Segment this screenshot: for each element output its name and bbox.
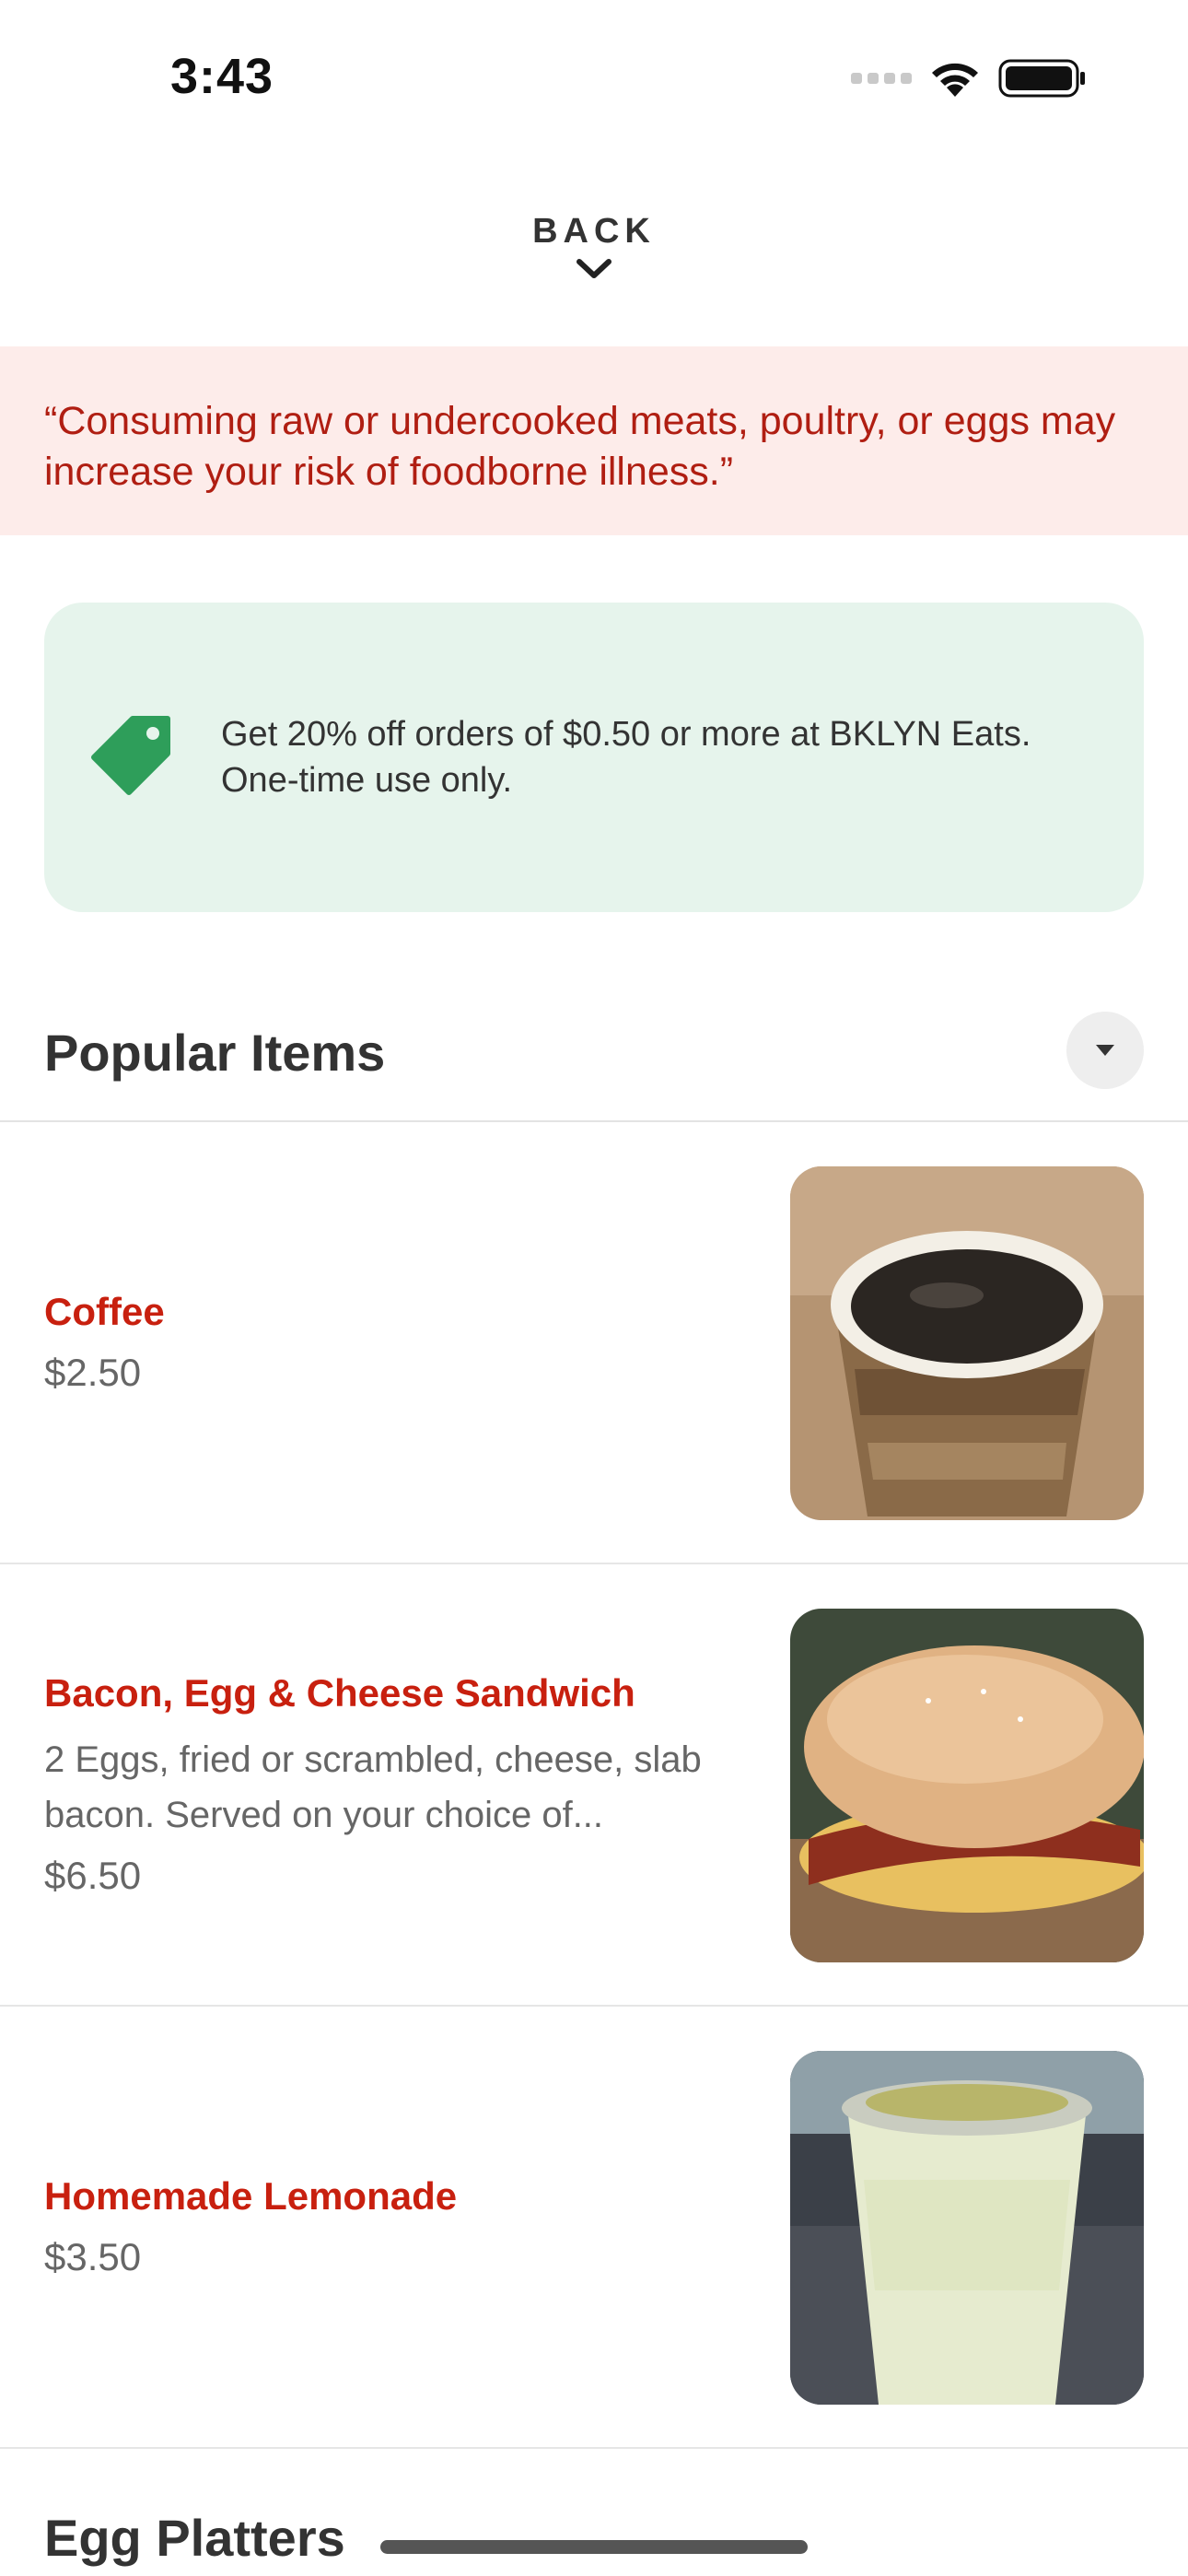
menu-item-info: Coffee $2.50 <box>44 1122 744 1563</box>
menu-item-name: Bacon, Egg & Cheese Sandwich <box>44 1671 635 1715</box>
status-icons <box>851 55 1087 101</box>
home-indicator[interactable] <box>380 2540 808 2554</box>
menu-item-price: $2.50 <box>44 1351 142 1394</box>
menu-item-name: Homemade Lemonade <box>44 2174 458 2218</box>
section-title: Popular Items <box>44 1024 386 1082</box>
menu-item-price: $3.50 <box>44 2235 142 2278</box>
menu-item-price: $6.50 <box>44 1854 142 1897</box>
coffee-photo <box>790 1166 1144 1520</box>
lemonade-photo <box>790 2051 1144 2405</box>
wifi-icon <box>932 63 978 97</box>
section-header-popular-items: Popular Items <box>0 1012 1188 1122</box>
section-title-egg-platters: Egg Platters <box>44 2509 345 2567</box>
bagel-sandwich-photo <box>790 1609 1144 1962</box>
menu-item-info: Homemade Lemonade $3.50 <box>44 2007 744 2447</box>
chevron-down-icon <box>577 259 611 278</box>
back-label: BACK <box>532 212 656 251</box>
price-tag-icon <box>91 716 170 795</box>
promo-text: Get 20% off orders of $0.50 or more at B… <box>221 715 1031 800</box>
cellular-signal-icon <box>851 73 912 84</box>
health-notice-text: “Consuming raw or undercooked meats, pou… <box>44 399 1116 494</box>
status-time: 3:43 <box>170 49 274 104</box>
status-bar: 3:43 <box>0 0 1188 157</box>
menu-item-description: 2 Eggs, fried or scrambled, cheese, slab… <box>44 1739 702 1835</box>
back-button[interactable]: BACK <box>0 212 1188 286</box>
promo-card[interactable]: Get 20% off orders of $0.50 or more at B… <box>44 603 1144 912</box>
collapse-section-button[interactable] <box>1066 1012 1144 1089</box>
battery-icon <box>998 59 1085 98</box>
menu-item-bacon-egg-cheese[interactable]: Bacon, Egg & Cheese Sandwich 2 Eggs, fri… <box>0 1564 1188 2007</box>
health-notice: “Consuming raw or undercooked meats, pou… <box>0 346 1188 535</box>
menu-item-name: Coffee <box>44 1290 165 1333</box>
menu-item-homemade-lemonade[interactable]: Homemade Lemonade $3.50 <box>0 2007 1188 2449</box>
menu-item-coffee[interactable]: Coffee $2.50 <box>0 1122 1188 1564</box>
menu-item-info: Bacon, Egg & Cheese Sandwich 2 Eggs, fri… <box>44 1564 744 2005</box>
caret-down-icon <box>1096 1045 1114 1056</box>
